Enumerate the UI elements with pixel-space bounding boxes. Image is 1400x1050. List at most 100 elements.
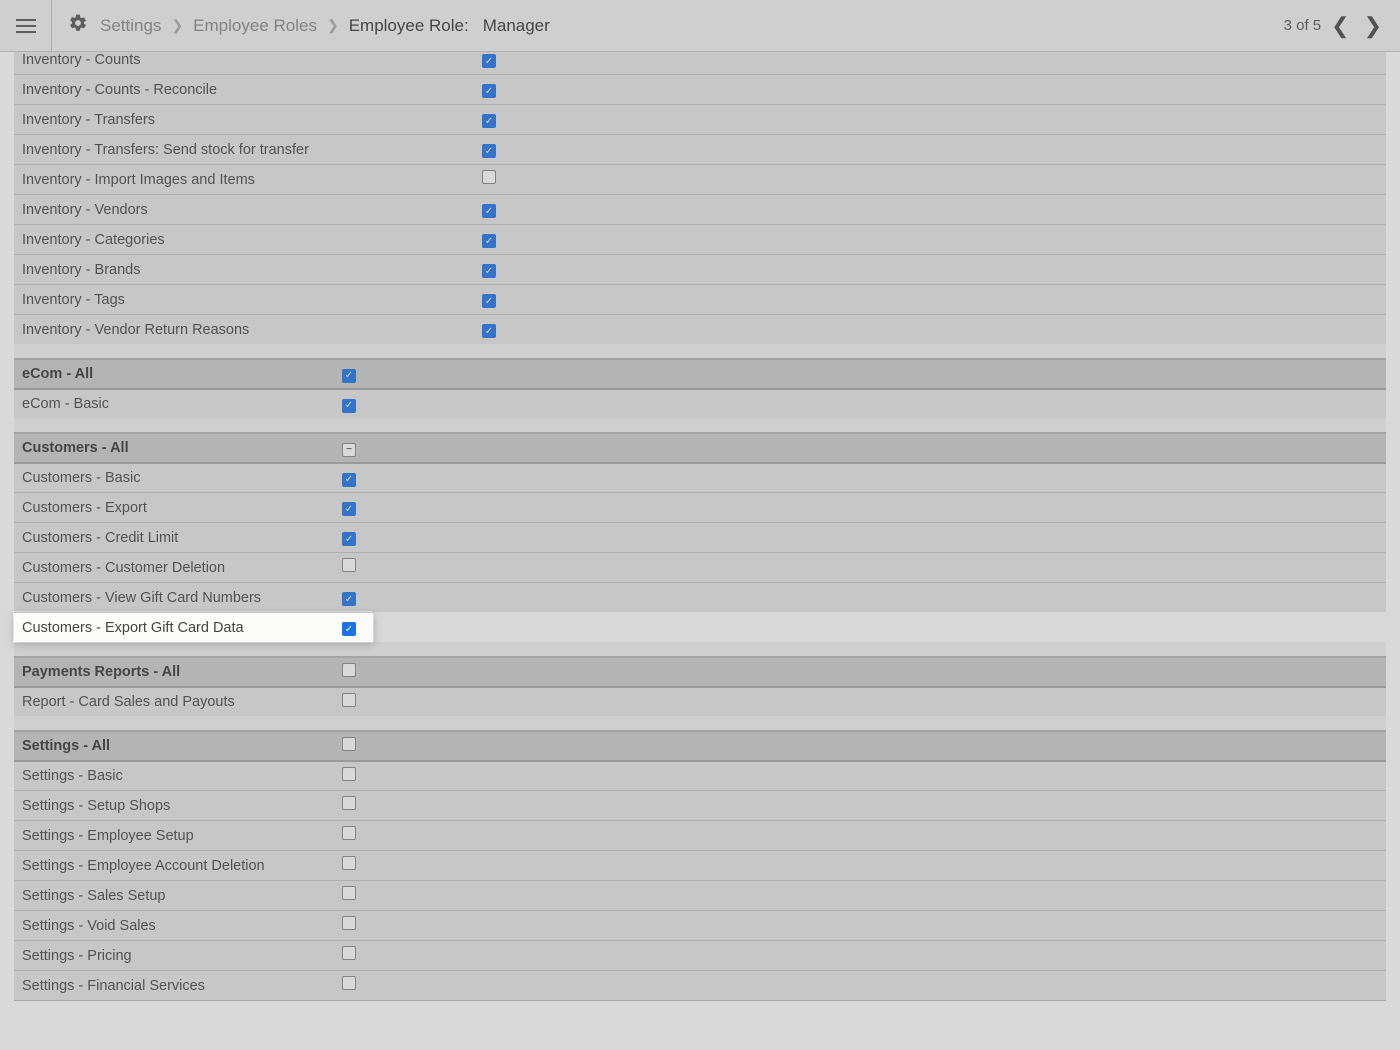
permission-row: Settings - Setup Shops xyxy=(14,790,1386,820)
permission-row: Settings - Sales Setup xyxy=(14,880,1386,910)
permission-row: eCom - Basic xyxy=(14,388,1386,418)
permission-label: Inventory - Vendor Return Reasons xyxy=(14,322,474,338)
breadcrumb-settings[interactable]: Settings xyxy=(100,16,161,36)
permission-row: Customers - Export Gift Card Data xyxy=(14,612,374,642)
section-label: Payments Reports - All xyxy=(14,664,334,680)
breadcrumb: Settings ❯ Employee Roles ❯ Employee Rol… xyxy=(100,16,550,36)
permission-label: Settings - Financial Services xyxy=(14,978,334,994)
permission-row: Inventory - Import Images and Items xyxy=(14,164,1386,194)
section-header: Customers - All xyxy=(14,432,1386,462)
permission-row: Settings - Pricing xyxy=(14,940,1386,970)
checkbox[interactable] xyxy=(482,234,496,248)
permission-label: Inventory - Counts - Reconcile xyxy=(14,82,474,98)
checkbox[interactable] xyxy=(342,886,356,900)
checkbox[interactable] xyxy=(342,976,356,990)
permission-row: Customers - Customer Deletion xyxy=(14,552,1386,582)
checkbox[interactable] xyxy=(342,502,356,516)
pager-next[interactable]: ❯ xyxy=(1360,13,1386,39)
permission-label: Customers - Basic xyxy=(14,470,334,486)
gear-icon xyxy=(68,13,88,38)
permission-row: Inventory - Vendors xyxy=(14,194,1386,224)
checkbox[interactable] xyxy=(342,622,356,636)
checkbox[interactable] xyxy=(342,767,356,781)
permission-row: Settings - Basic xyxy=(14,760,1386,790)
section-label: eCom - All xyxy=(14,366,334,382)
breadcrumb-current-label: Employee Role: xyxy=(349,16,469,36)
checkbox[interactable] xyxy=(342,558,356,572)
permission-row: Inventory - Vendor Return Reasons xyxy=(14,314,1386,344)
permissions-table: Inventory - Counts Inventory - Counts - R… xyxy=(14,52,1386,1001)
permission-row: Inventory - Transfers xyxy=(14,104,1386,134)
permission-label: Inventory - Categories xyxy=(14,232,474,248)
permission-row: Report - Card Sales and Payouts xyxy=(14,686,1386,716)
permission-label: Customers - Export Gift Card Data xyxy=(14,620,334,636)
section-header: Payments Reports - All xyxy=(14,656,1386,686)
permission-label: Customers - View Gift Card Numbers xyxy=(14,590,334,606)
checkbox[interactable] xyxy=(342,473,356,487)
permission-row: Settings - Financial Services xyxy=(14,970,1386,1000)
permission-label: Inventory - Brands xyxy=(14,262,474,278)
permission-label: eCom - Basic xyxy=(14,396,334,412)
checkbox[interactable] xyxy=(342,916,356,930)
permission-row: Inventory - Brands xyxy=(14,254,1386,284)
permission-row: Inventory - Tags xyxy=(14,284,1386,314)
checkbox[interactable] xyxy=(482,324,496,338)
content-area: Inventory - Counts Inventory - Counts - R… xyxy=(0,52,1400,1050)
checkbox[interactable] xyxy=(342,826,356,840)
permission-row: Inventory - Counts - Reconcile xyxy=(14,74,1386,104)
permission-row: Inventory - Transfers: Send stock for tr… xyxy=(14,134,1386,164)
permission-label: Settings - Void Sales xyxy=(14,918,334,934)
permission-label: Settings - Sales Setup xyxy=(14,888,334,904)
checkbox[interactable] xyxy=(342,592,356,606)
hamburger-icon xyxy=(16,19,36,33)
menu-button[interactable] xyxy=(0,0,52,52)
chevron-right-icon: ❯ xyxy=(171,17,183,34)
permission-row: Settings - Employee Account Deletion xyxy=(14,850,1386,880)
checkbox[interactable] xyxy=(482,54,496,68)
checkbox[interactable] xyxy=(342,532,356,546)
checkbox[interactable] xyxy=(342,443,356,457)
section-header: eCom - All xyxy=(14,358,1386,388)
checkbox[interactable] xyxy=(342,369,356,383)
permission-label: Inventory - Import Images and Items xyxy=(14,172,474,188)
pager-prev[interactable]: ❮ xyxy=(1327,13,1353,39)
checkbox[interactable] xyxy=(482,204,496,218)
checkbox[interactable] xyxy=(342,796,356,810)
checkbox[interactable] xyxy=(482,84,496,98)
permission-label: Settings - Employee Account Deletion xyxy=(14,858,334,874)
permission-row: Customers - Export xyxy=(14,492,1386,522)
checkbox[interactable] xyxy=(482,170,496,184)
permission-label: Customers - Customer Deletion xyxy=(14,560,334,576)
checkbox[interactable] xyxy=(342,946,356,960)
section-label: Customers - All xyxy=(14,440,334,456)
pager: 3 of 5 ❮ ❯ xyxy=(1284,13,1400,39)
checkbox[interactable] xyxy=(342,399,356,413)
checkbox[interactable] xyxy=(342,693,356,707)
permission-row: Customers - Basic xyxy=(14,462,1386,492)
permission-label: Settings - Pricing xyxy=(14,948,334,964)
permission-label: Inventory - Transfers: Send stock for tr… xyxy=(14,142,474,158)
checkbox[interactable] xyxy=(342,737,356,751)
checkbox[interactable] xyxy=(482,114,496,128)
checkbox[interactable] xyxy=(342,856,356,870)
checkbox[interactable] xyxy=(482,294,496,308)
permission-row: Customers - View Gift Card Numbers xyxy=(14,582,1386,612)
permission-label: Inventory - Tags xyxy=(14,292,474,308)
permission-label: Customers - Credit Limit xyxy=(14,530,334,546)
section-label: Settings - All xyxy=(14,738,334,754)
permission-row: Customers - Credit Limit xyxy=(14,522,1386,552)
permission-label: Inventory - Vendors xyxy=(14,202,474,218)
breadcrumb-current-value: Manager xyxy=(483,16,550,36)
permission-label: Settings - Basic xyxy=(14,768,334,784)
checkbox[interactable] xyxy=(342,663,356,677)
checkbox[interactable] xyxy=(482,144,496,158)
chevron-right-icon: ❯ xyxy=(327,17,339,34)
checkbox[interactable] xyxy=(482,264,496,278)
permission-label: Inventory - Counts xyxy=(14,52,474,68)
permission-label: Settings - Setup Shops xyxy=(14,798,334,814)
breadcrumb-employee-roles[interactable]: Employee Roles xyxy=(193,16,317,36)
permission-label: Customers - Export xyxy=(14,500,334,516)
permission-row: Settings - Void Sales xyxy=(14,910,1386,940)
app-header: Settings ❯ Employee Roles ❯ Employee Rol… xyxy=(0,0,1400,52)
permission-label: Inventory - Transfers xyxy=(14,112,474,128)
